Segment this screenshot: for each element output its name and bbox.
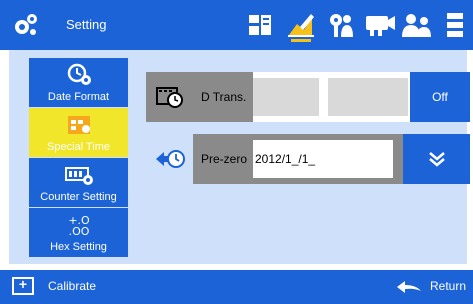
film-reel-icon bbox=[146, 72, 193, 122]
hex-icon: +.O .OO bbox=[29, 212, 128, 238]
back-clock-icon bbox=[146, 134, 193, 184]
menu-item-label: Hex Setting bbox=[50, 241, 107, 253]
pre-zero-date-input[interactable] bbox=[253, 140, 393, 178]
pre-zero-dropdown-button[interactable] bbox=[403, 134, 470, 184]
calibrate-label[interactable]: Calibrate bbox=[48, 279, 96, 293]
menu-item-date-format[interactable]: Date Format bbox=[29, 58, 128, 107]
d-trans-label: D Trans. bbox=[201, 90, 247, 104]
menu-item-hex-setting[interactable]: +.O .OO Hex Setting bbox=[29, 208, 128, 257]
pre-zero-label: Pre-zero bbox=[201, 152, 248, 166]
settings-gears-icon bbox=[15, 14, 37, 35]
edit-settings-icon[interactable] bbox=[281, 6, 321, 44]
menu-item-label: Date Format bbox=[47, 91, 110, 103]
menu-item-special-time[interactable]: Special Time bbox=[29, 108, 128, 157]
pre-zero-row: Pre-zero bbox=[146, 134, 470, 184]
menu-item-label: Counter Setting bbox=[40, 191, 117, 203]
menu-item-label: Special Time bbox=[47, 141, 110, 153]
clock-gear-icon bbox=[29, 62, 128, 88]
users-icon[interactable] bbox=[397, 6, 437, 44]
counter-gear-icon bbox=[29, 162, 128, 188]
screen: Setting Date Format Special Time Counter… bbox=[0, 0, 473, 304]
bottom-bar: Calibrate Return bbox=[0, 270, 473, 304]
d-trans-field-2 bbox=[328, 78, 408, 116]
svg-text:.OO: .OO bbox=[68, 225, 89, 238]
key-user-icon[interactable] bbox=[321, 6, 361, 44]
special-time-icon bbox=[29, 112, 128, 138]
d-trans-field-1 bbox=[253, 78, 319, 116]
calibrate-icon[interactable] bbox=[12, 276, 34, 295]
main-panel: Date Format Special Time Counter Setting… bbox=[9, 50, 470, 264]
double-chevron-down-icon bbox=[428, 152, 445, 167]
d-trans-toggle-button[interactable]: Off bbox=[410, 72, 470, 122]
d-trans-row: D Trans. Off bbox=[146, 72, 470, 122]
return-arrow-icon[interactable] bbox=[396, 280, 422, 294]
top-bar: Setting bbox=[0, 0, 473, 50]
server-icon[interactable] bbox=[436, 6, 473, 44]
page-title: Setting bbox=[66, 17, 107, 32]
menu-item-counter-setting[interactable]: Counter Setting bbox=[29, 158, 128, 207]
return-label[interactable]: Return bbox=[430, 279, 466, 293]
projector-icon[interactable] bbox=[360, 6, 400, 44]
display-settings-icon[interactable] bbox=[240, 6, 280, 44]
